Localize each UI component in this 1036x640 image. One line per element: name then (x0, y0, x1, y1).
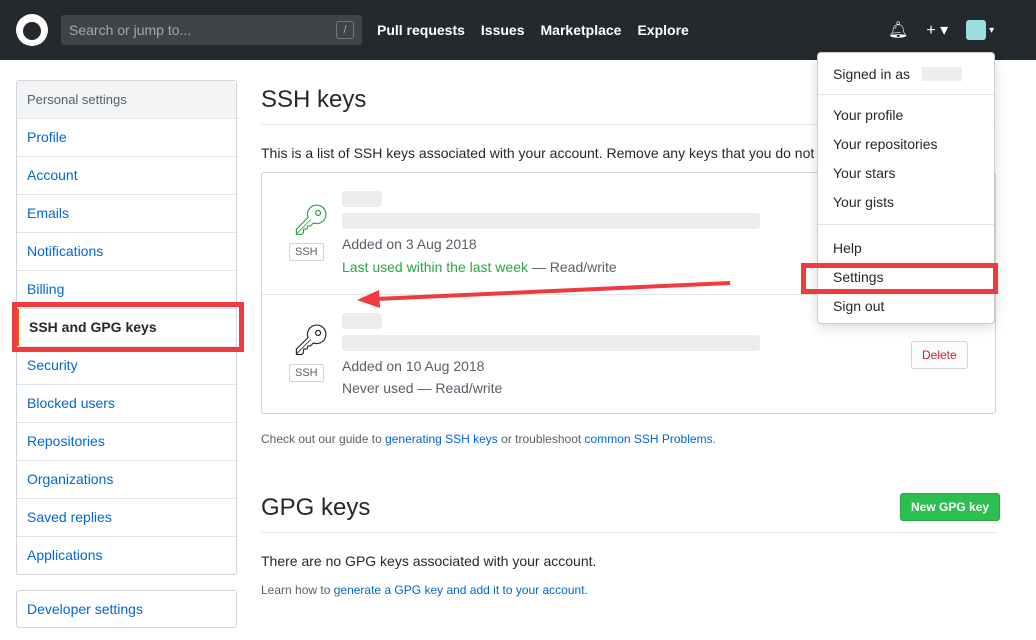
annotation-arrow (357, 281, 731, 308)
avatar (966, 20, 987, 40)
annotation-box (801, 263, 998, 294)
annotation-box (12, 302, 244, 352)
menu-your-gists[interactable]: Your gists (833, 194, 894, 210)
menu-your-profile[interactable]: Your profile (833, 107, 903, 123)
nav-marketplace[interactable]: Marketplace (541, 22, 622, 38)
nav-pull-requests[interactable]: Pull requests (377, 22, 465, 38)
key-last-used: Last used within the last week (342, 259, 528, 275)
nav-explore[interactable]: Explore (637, 22, 688, 38)
generate-gpg-key-link[interactable]: generate a GPG key and add it to your ac… (334, 583, 585, 597)
gpg-learn-text: Learn how to generate a GPG key and add … (261, 583, 588, 597)
ssh-description: This is a list of SSH keys associated wi… (261, 145, 831, 161)
slash-shortcut: / (336, 21, 354, 39)
generating-ssh-keys-link[interactable]: generating SSH keys (385, 432, 498, 446)
ssh-title: SSH keys (261, 86, 367, 113)
signed-in-as: Signed in as (833, 66, 911, 82)
menu-sign-out[interactable]: Sign out (833, 298, 884, 314)
sidebar-item-organizations[interactable]: Organizations (17, 460, 236, 498)
sidebar-item-developer-settings[interactable]: Developer settings (16, 590, 237, 628)
avatar-menu[interactable]: ▾ (966, 20, 994, 40)
key-access: — Read/write (413, 380, 503, 396)
ssh-badge: SSH (289, 243, 324, 261)
header: Search or jump to... / Pull requests Issu… (0, 0, 1036, 60)
sidebar-item-blocked-users[interactable]: Blocked users (17, 384, 236, 422)
chevron-down-icon: ▾ (989, 24, 995, 36)
sidebar-item-notifications[interactable]: Notifications (17, 232, 236, 270)
plus-icon[interactable]: + ▾ (926, 20, 948, 40)
menu-your-stars[interactable]: Your stars (833, 165, 896, 181)
sidebar-title: Personal settings (17, 81, 236, 118)
search-input[interactable]: Search or jump to... / (61, 15, 362, 45)
nav-issues[interactable]: Issues (481, 22, 525, 38)
new-gpg-key-button[interactable]: New GPG key (900, 493, 1001, 521)
sidebar-item-saved-replies[interactable]: Saved replies (17, 498, 236, 536)
ssh-badge: SSH (289, 364, 324, 382)
key-icon: 🔑︎ (292, 324, 331, 357)
key-last-used: Never used (342, 380, 414, 396)
delete-key-button[interactable]: Delete (911, 341, 968, 369)
menu-help[interactable]: Help (833, 240, 862, 256)
bell-icon[interactable]: 🔔︎ (888, 20, 908, 40)
menu-your-repositories[interactable]: Your repositories (833, 136, 938, 152)
gpg-empty-text: There are no GPG keys associated with yo… (261, 553, 597, 569)
key-icon: 🔑︎ (292, 204, 331, 237)
key-access: — Read/write (528, 259, 617, 275)
ssh-guide-text: Check out our guide to generating SSH ke… (261, 432, 716, 446)
sidebar-item-emails[interactable]: Emails (17, 194, 236, 232)
github-logo-icon[interactable] (16, 14, 48, 46)
sidebar-item-repositories[interactable]: Repositories (17, 422, 236, 460)
key-added-date: Added on 3 Aug 2018 (342, 236, 477, 252)
gpg-title: GPG keys (261, 494, 371, 521)
sidebar-item-applications[interactable]: Applications (17, 536, 236, 574)
common-ssh-problems-link[interactable]: common SSH Problems (585, 432, 713, 446)
key-added-date: Added on 10 Aug 2018 (342, 358, 485, 374)
sidebar-item-profile[interactable]: Profile (17, 118, 236, 156)
sidebar-item-account[interactable]: Account (17, 156, 236, 194)
